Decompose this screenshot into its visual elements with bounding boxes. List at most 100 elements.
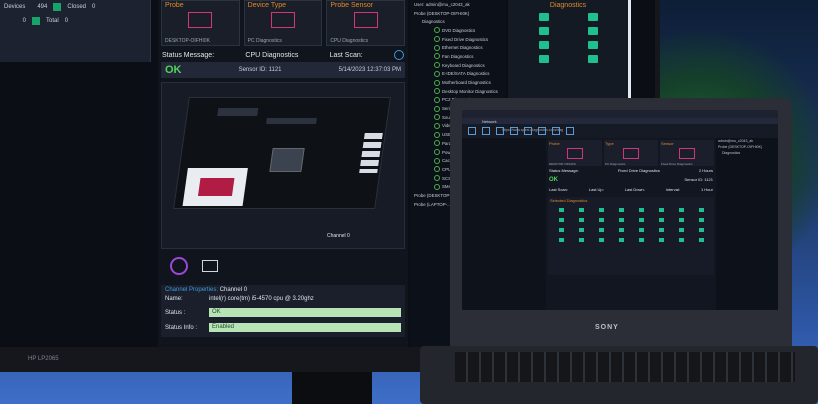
diag-icon[interactable] [538, 13, 549, 21]
status-line: Status : OK [165, 305, 401, 320]
diag-icon[interactable] [618, 238, 624, 242]
diag-icon[interactable] [558, 238, 564, 242]
laptop-left-tree [462, 138, 546, 310]
total-value: 0 [64, 18, 69, 24]
tree-item[interactable]: Desktop Monitor Diagnostics [410, 87, 505, 96]
diag-icon[interactable] [598, 228, 604, 232]
tree-item[interactable]: E-IDE/SATA Diagnostics [410, 70, 505, 79]
diag-icon[interactable] [578, 238, 584, 242]
diag-icon[interactable] [658, 218, 664, 222]
tree-item[interactable]: Fixed Drive Diagnostics [410, 35, 505, 44]
name-label: Name: [165, 296, 183, 302]
status-dot-icon [434, 183, 440, 190]
diag-icon[interactable] [587, 41, 598, 49]
tree-item-label: Ethernet Diagnostics [442, 45, 483, 51]
diag-icon[interactable] [678, 208, 684, 212]
diag-icon[interactable] [598, 208, 604, 212]
diag-icon[interactable] [678, 238, 684, 242]
device-type-card[interactable]: Device Type PC Diagnostics [243, 0, 323, 46]
diag-icon[interactable] [598, 218, 604, 222]
diag-icon[interactable] [587, 55, 598, 63]
channel-properties: Channel Properties: Channel 0 Name: inte… [161, 285, 405, 337]
toolbar-icon[interactable] [510, 127, 518, 135]
diag-icon[interactable] [658, 228, 664, 232]
toolbar-icon[interactable] [566, 127, 574, 135]
devices-value: 494 [37, 4, 48, 10]
tree-item[interactable]: Keyboard Diagnostics [410, 61, 505, 70]
probe-sensor-subtitle: CPU Diagnostics [330, 38, 369, 44]
diag-icon[interactable] [578, 218, 584, 222]
tree-item[interactable]: Ethernet Diagnostics [410, 43, 505, 52]
diag-icon[interactable] [587, 13, 598, 21]
status-dot-icon [434, 88, 440, 95]
last-down-label: Last Down: [624, 187, 645, 192]
laptop-keyboard [455, 352, 795, 382]
laptop-scan-row: Last Scan: Last Up: Last Down: Interval:… [548, 185, 714, 194]
diag-icon[interactable] [618, 218, 624, 222]
diagnostics-title: Diagnostics [549, 2, 587, 9]
diagnostics-panel: Diagnostics [508, 0, 628, 100]
toolbar-icon[interactable] [538, 127, 546, 135]
probe-sensor-card[interactable]: Probe Sensor CPU Diagnostics [326, 0, 406, 46]
properties-header-value: Channel 0 [219, 287, 248, 293]
laptop-probe-card[interactable]: Probe DESKTOP-OIFHI0K [548, 140, 602, 166]
diag-icon[interactable] [698, 208, 704, 212]
diag-icon[interactable] [638, 238, 644, 242]
diag-icon[interactable] [638, 218, 644, 222]
diag-icon[interactable] [698, 228, 704, 232]
tree-group[interactable]: Diagnostics [410, 17, 505, 26]
toolbar-icon[interactable] [468, 127, 476, 135]
monitor-brand: HP LP2065 [28, 356, 59, 362]
tree-item[interactable]: Fan Diagnostics [410, 52, 505, 61]
toolbar-icon[interactable] [496, 127, 504, 135]
tree-item[interactable]: Motherboard Diagnostics [410, 78, 505, 87]
laptop-sensor-card[interactable]: Sensor Fixed Drive Diagnostics [660, 140, 714, 166]
diag-icon[interactable] [678, 218, 684, 222]
closed-value: 0 [92, 4, 96, 10]
diag-icon[interactable] [618, 208, 624, 212]
status-message-value: CPU Diagnostics [245, 51, 299, 59]
email-icon[interactable] [202, 260, 218, 272]
diag-icon[interactable] [538, 55, 549, 63]
info-line: Status Info : Enabled [165, 320, 401, 335]
diag-icon[interactable] [678, 228, 684, 232]
laptop-type-card[interactable]: Type PC Diagnostics [604, 140, 658, 166]
laptop-cards: Probe DESKTOP-OIFHI0K Type PC Diagnostic… [548, 140, 714, 166]
magnify-icon[interactable] [170, 257, 188, 275]
toolbar-icon[interactable] [524, 127, 532, 135]
laptop-group[interactable]: Diagnostics [716, 150, 778, 156]
probe-card-subtitle: DESKTOP-OIFHI0K [165, 38, 210, 44]
tree-user[interactable]: User: admin@mu_c2043_ak [410, 0, 505, 9]
monitor-icon [679, 148, 695, 159]
tree-item[interactable]: DVD Diagnostics [410, 26, 505, 35]
probe-card[interactable]: Probe DESKTOP-OIFHI0K [161, 0, 240, 46]
diag-icon[interactable] [578, 208, 584, 212]
tree-item-label: Keyboard Diagnostics [442, 62, 485, 68]
status-dot-icon [434, 166, 440, 173]
diag-icon[interactable] [658, 208, 664, 212]
diag-icon[interactable] [538, 27, 549, 35]
diag-icon[interactable] [538, 41, 549, 49]
status-message-row: Status Message: CPU Diagnostics Last Sca… [158, 46, 408, 60]
diag-icon[interactable] [698, 238, 704, 242]
sensor-detail-panel: Probe DESKTOP-OIFHI0K Device Type PC Dia… [158, 0, 408, 347]
toolbar-icon[interactable] [482, 127, 490, 135]
cpu-socket[interactable] [269, 148, 305, 172]
diag-icon[interactable] [578, 228, 584, 232]
diag-title: Selected Diagnostics [550, 198, 588, 203]
diag-icon[interactable] [698, 218, 704, 222]
diag-icon[interactable] [598, 238, 604, 242]
toolbar-icon[interactable] [552, 127, 560, 135]
diag-icon[interactable] [558, 228, 564, 232]
search-icon[interactable] [393, 50, 404, 60]
diag-icon[interactable] [638, 228, 644, 232]
diag-icon[interactable] [638, 208, 644, 212]
diag-icon[interactable] [558, 218, 564, 222]
diag-icon[interactable] [618, 228, 624, 232]
diag-icon[interactable] [587, 27, 598, 35]
row-value: 0 [22, 18, 26, 24]
diag-icon[interactable] [558, 208, 564, 212]
diag-icon[interactable] [658, 238, 664, 242]
tree-probe-root[interactable]: Probe (DESKTOP-OIFHI0K) [410, 9, 505, 18]
monitor-icon [188, 12, 213, 28]
